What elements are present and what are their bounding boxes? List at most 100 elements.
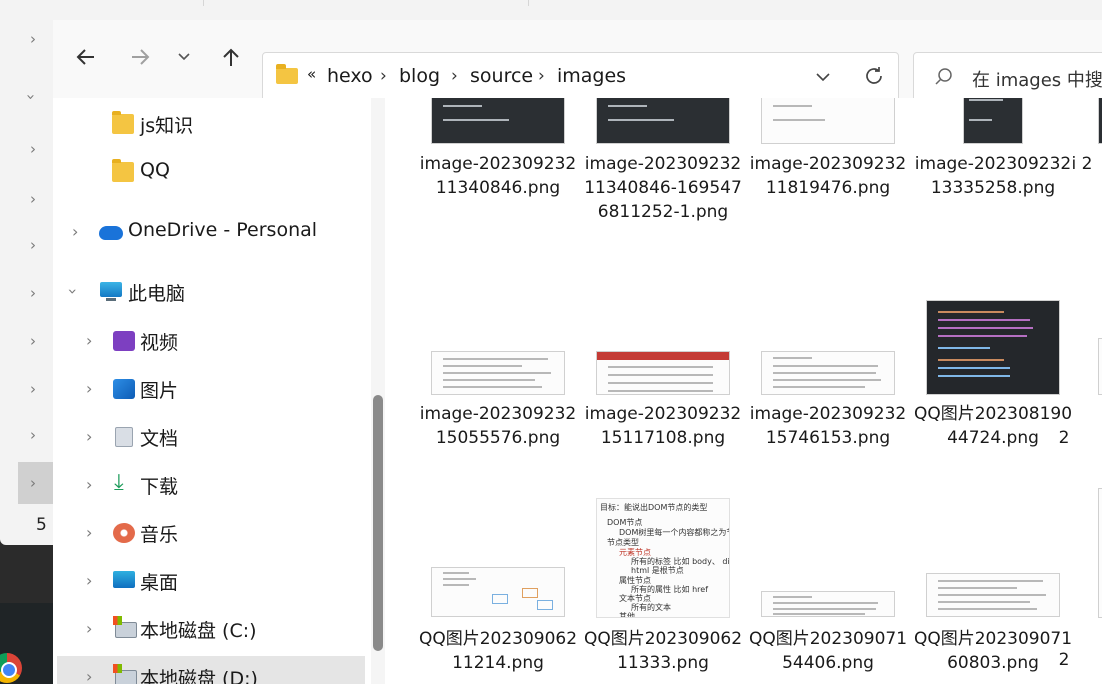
chevron-right-icon[interactable]: › <box>30 30 36 48</box>
arrow-up-icon <box>223 48 239 66</box>
chevron-right-icon[interactable]: › <box>30 426 36 444</box>
chevron-right-icon[interactable]: › <box>86 331 92 350</box>
chevron-right-icon[interactable]: › <box>30 284 36 302</box>
file-explorer-window: « hexo › blog › source › images 在 images… <box>53 0 1102 684</box>
file-item[interactable]: i 2 <box>1072 98 1102 238</box>
file-thumbnail <box>431 351 565 395</box>
navigation-pane: js知识 QQ › OneDrive - Personal › 此电脑 › 视频… <box>53 98 393 684</box>
breadcrumb-blog[interactable]: blog <box>399 65 440 87</box>
file-item[interactable]: image-20230923215055576.png <box>418 298 578 478</box>
search-icon <box>934 67 954 91</box>
search-box[interactable]: 在 images 中搜索 <box>913 52 1102 102</box>
nav-item-desktop[interactable]: › 桌面 <box>53 562 373 602</box>
file-item[interactable]: QQ图片20230907154406.png <box>748 523 908 684</box>
chevron-right-icon[interactable]: › <box>86 427 92 446</box>
chevron-right-icon[interactable]: › <box>86 523 92 542</box>
ppt-line: 其他 <box>619 612 635 618</box>
ppt-line: 所有的文本 <box>631 603 671 612</box>
nav-item-this-pc[interactable]: › 此电脑 <box>53 273 373 313</box>
search-placeholder: 在 images 中搜索 <box>972 70 1102 91</box>
nav-scrollbar-thumb[interactable] <box>373 395 383 651</box>
chevron-right-icon[interactable]: › <box>30 190 36 208</box>
file-name: 2 <box>1058 650 1070 670</box>
nav-item-downloads[interactable]: › ⤓ 下载 <box>53 466 373 506</box>
file-item[interactable]: image-20230923215746153.png <box>748 298 908 478</box>
chevron-right-icon[interactable]: › <box>538 66 545 86</box>
folder-icon <box>112 111 134 134</box>
file-item[interactable]: 2 <box>1059 298 1102 478</box>
file-thumbnail <box>431 567 565 617</box>
chevron-right-icon[interactable]: › <box>30 236 36 254</box>
videos-icon <box>113 331 135 351</box>
chevron-down-icon[interactable]: › <box>22 94 40 100</box>
chevron-down-icon[interactable]: › <box>64 288 83 294</box>
nav-item-js-folder[interactable]: js知识 <box>53 105 373 145</box>
nav-item-drive-c[interactable]: › 本地磁盘 (C:) <box>53 610 373 650</box>
file-item[interactable]: QQ图片20230819044724.png <box>913 298 1073 478</box>
file-item[interactable]: 目标：能说出DOM节点的类型 DOM节点 DOM树里每一个内容都称之为节点 节点… <box>583 498 743 678</box>
file-item[interactable]: image-20230923211340846.png <box>418 98 578 238</box>
nav-item-drive-d[interactable]: › 本地磁盘 (D:) <box>53 658 373 684</box>
tab-strip <box>53 0 1102 21</box>
pictures-icon <box>113 379 135 399</box>
nav-item-pictures[interactable]: › 图片 <box>53 370 373 410</box>
file-name: image-20230923211340846-1695476811252-1.… <box>584 154 742 222</box>
drive-icon <box>113 664 137 684</box>
recent-locations-button[interactable] <box>169 42 199 72</box>
refresh-button[interactable] <box>863 65 885 91</box>
nav-item-qq-folder[interactable]: QQ <box>53 153 373 193</box>
chevron-right-icon[interactable]: › <box>86 379 92 398</box>
chevron-right-icon[interactable]: › <box>86 667 92 684</box>
address-bar[interactable]: « hexo › blog › source › images <box>262 52 899 102</box>
nav-item-onedrive[interactable]: › OneDrive - Personal <box>53 213 373 253</box>
ppt-title: 目标：能说出DOM节点的类型 <box>600 503 708 512</box>
nav-item-label: 本地磁盘 (D:) <box>140 668 258 684</box>
file-item[interactable]: 2 <box>1059 488 1102 678</box>
chevron-right-icon[interactable]: › <box>30 332 36 350</box>
forward-button[interactable] <box>125 42 155 72</box>
nav-item-videos[interactable]: › 视频 <box>53 322 373 362</box>
chevron-right-icon[interactable]: › <box>30 140 36 158</box>
file-thumbnail <box>596 351 730 395</box>
chevron-right-icon[interactable]: › <box>72 222 78 241</box>
arrow-right-icon <box>132 49 150 65</box>
file-thumbnail <box>1098 338 1102 395</box>
nav-item-music[interactable]: › 音乐 <box>53 514 373 554</box>
breadcrumb-hexo[interactable]: hexo <box>327 65 373 87</box>
file-item[interactable]: QQ图片20230906211214.png <box>418 523 578 684</box>
up-button[interactable] <box>216 42 246 72</box>
file-thumbnail <box>926 300 1060 395</box>
chevron-right-icon[interactable]: › <box>380 66 387 86</box>
nav-item-label: 下载 <box>140 476 179 498</box>
breadcrumb-images[interactable]: images <box>557 65 626 87</box>
file-item[interactable]: image-20230923211340846-1695476811252-1.… <box>583 98 743 238</box>
chevron-down-icon <box>816 73 830 82</box>
nav-item-label: OneDrive - Personal <box>128 219 318 241</box>
chevron-right-icon[interactable]: › <box>30 380 36 398</box>
file-name: 2 <box>1058 428 1070 448</box>
file-thumbnail <box>761 591 895 617</box>
file-thumbnail <box>1098 98 1102 144</box>
chevron-right-icon[interactable]: › <box>86 475 92 494</box>
background-window: › › › › › › › › › › 5 <box>0 0 54 545</box>
navigation-toolbar: « hexo › blog › source › images 在 images… <box>53 20 1102 102</box>
file-thumbnail <box>761 351 895 395</box>
breadcrumb-overflow[interactable]: « <box>307 65 316 83</box>
file-item[interactable]: image-20230923211819476.png <box>748 98 908 238</box>
chevron-right-icon[interactable]: › <box>86 619 92 638</box>
chevron-right-icon[interactable]: › <box>451 66 458 86</box>
chevron-right-icon[interactable]: › <box>30 474 36 492</box>
file-name: QQ图片20230907154406.png <box>748 629 908 673</box>
arrow-left-icon <box>76 49 94 65</box>
file-name: image-20230923211340846.png <box>419 154 577 198</box>
address-dropdown-button[interactable] <box>814 68 832 90</box>
file-name: image-20230923215117108.png <box>584 404 742 448</box>
file-item[interactable]: image-20230923215117108.png <box>583 298 743 478</box>
nav-item-label: 桌面 <box>140 572 179 594</box>
file-thumbnail: 目标：能说出DOM节点的类型 DOM节点 DOM树里每一个内容都称之为节点 节点… <box>596 498 730 618</box>
nav-item-documents[interactable]: › 文档 <box>53 418 373 458</box>
chevron-right-icon[interactable]: › <box>86 571 92 590</box>
downloads-icon: ⤓ <box>114 470 124 495</box>
back-button[interactable] <box>71 42 101 72</box>
breadcrumb-source[interactable]: source <box>470 65 533 87</box>
